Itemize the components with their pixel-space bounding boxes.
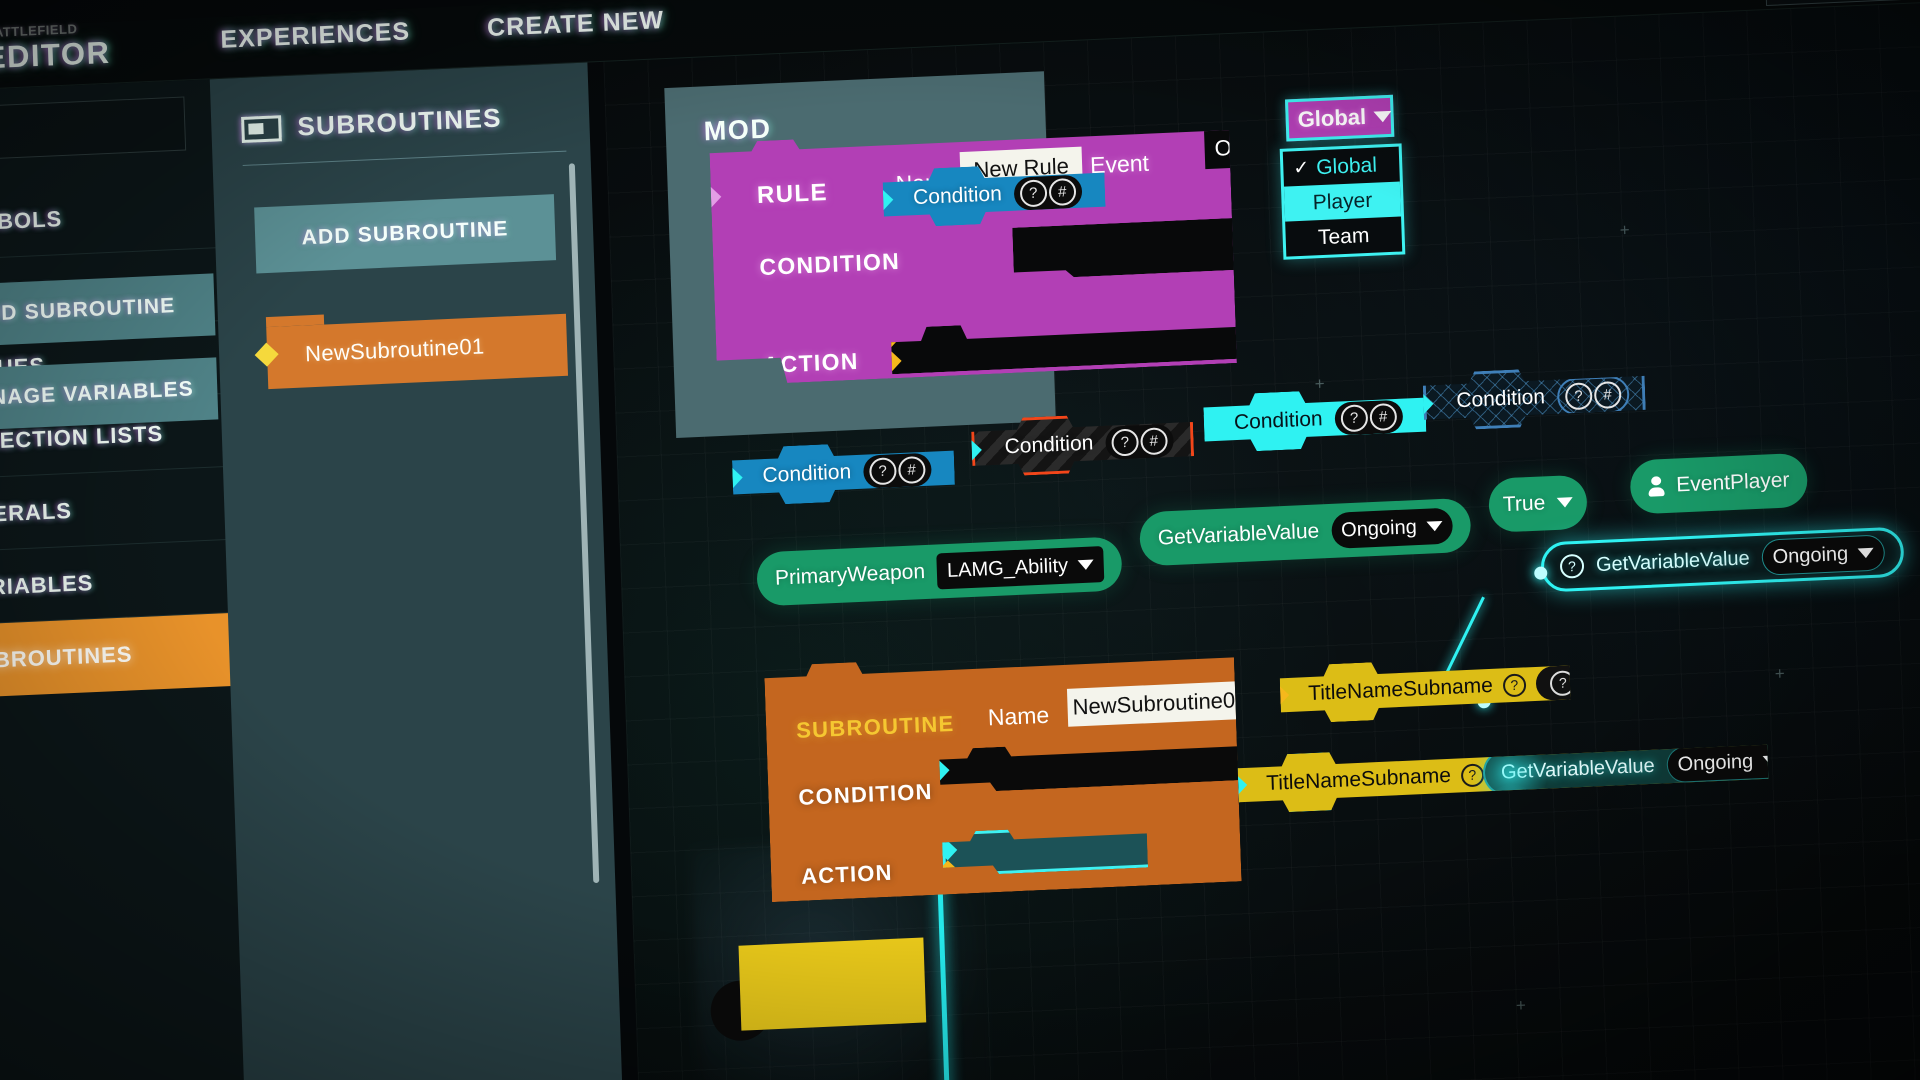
subroutine-name-input[interactable]: NewSubroutine01 [1067,681,1253,727]
subroutine-name-label: Name [987,701,1050,731]
variable-scope-dropdown[interactable]: Ongoing [1330,507,1454,549]
condition-label: Condition [762,460,852,488]
weapon-dropdown-value: LAMG_Ability [946,554,1069,582]
subroutine-action-label: ACTION [800,859,894,889]
inline-pill-dropdown-value: Ongoing [1677,749,1754,776]
subroutine-card[interactable]: NewSubroutine01 [254,313,569,390]
dropdown-option-team[interactable]: Team [1285,216,1402,256]
value-pill-true[interactable]: True [1488,474,1589,533]
scope-dropdown-menu[interactable]: ✓ Global Player Team [1279,143,1406,260]
subroutines-panel: SUBROUTINES ADD SUBROUTINE NewSubroutine… [209,62,1056,1080]
subroutine-action-slot[interactable] [942,823,1148,876]
add-subroutine-button[interactable]: ADD SUBROUTINE [0,273,216,349]
brand-main-label: EDITOR [0,34,111,76]
condition-label: Condition [1004,431,1094,459]
sidebar-search-input[interactable] [0,96,187,162]
manage-variables-button[interactable]: MANAGE VARIABLES [0,357,219,432]
value-pill-event-player[interactable]: EventPlayer [1629,452,1809,515]
connector-diamond-icon[interactable] [254,342,279,367]
variable-scope-value: Ongoing [1340,515,1418,541]
subroutine-node[interactable]: SUBROUTINE Name NewSubroutine01 CONDITIO… [764,641,1242,902]
scope-dropdown-button[interactable]: Global [1285,94,1395,142]
condition-buttons: ? # [1334,399,1403,435]
condition-label: Condition [1233,407,1324,435]
action-connector-diamond-icon[interactable] [882,351,902,371]
subroutine-condition-label: CONDITION [798,778,934,810]
panel-add-subroutine-button[interactable]: ADD SUBROUTINE [254,194,557,274]
scope-dropdown-value: Global [1297,103,1367,132]
condition-buttons: ? # [1013,174,1082,210]
panel-scrollbar[interactable] [568,163,600,884]
help-icon[interactable]: ? [1340,404,1368,432]
value-pill-label: PrimaryWeapon [774,560,926,590]
title-block-label: TitleNameSubname [1307,673,1494,706]
chevron-down-icon [1426,520,1443,532]
value-pill-label: True [1502,491,1546,517]
connector-diamond-icon[interactable] [930,761,950,781]
connector-diamond-icon[interactable] [937,840,957,860]
chevron-down-icon [1077,559,1095,571]
rule-condition-label: CONDITION [758,247,901,281]
brand-logo[interactable]: BATTLEFIELD EDITOR [0,20,111,77]
connector-diamond-icon[interactable] [938,860,958,880]
condition-buttons: ? # [863,452,932,488]
sparkle-icon: + [1314,374,1325,394]
app-root: + + + + + + BATTLEFIELD EDITOR EXPERIENC… [0,0,1920,1080]
condition-label: Condition [1455,385,1546,413]
question-icon: ? [1502,673,1526,697]
title-block-label: TitleNameSubname [1265,763,1452,796]
chevron-down-icon [1858,547,1875,559]
rule-title: RULE [756,178,829,210]
subroutine-card-label: NewSubroutine01 [304,333,485,367]
sparkle-icon: + [1515,995,1527,1016]
hash-icon[interactable]: # [898,455,926,483]
dropdown-option-label: Global [1315,153,1378,179]
action-connector-diamond-icon[interactable] [881,327,901,347]
hash-icon[interactable]: # [1594,380,1622,408]
value-pill-label: EventPlayer [1675,468,1790,497]
chevron-down-icon [1557,497,1574,508]
rule-node[interactable]: RULE Name New Rule Event Ongoing CONDITI… [709,108,1237,386]
subroutine-condition-slot[interactable] [939,736,1250,794]
dropdown-option-global[interactable]: ✓ Global [1283,147,1400,187]
condition-buttons: ? # [1556,375,1629,415]
glow-pill-label: GetVariableValue [1595,546,1751,576]
value-pill-label: GetVariableValue [1157,519,1320,550]
canvas-node-fragment[interactable] [738,937,927,1031]
hash-icon[interactable]: # [1140,427,1168,455]
hash-icon[interactable]: # [1048,177,1076,205]
help-icon[interactable]: ? [1565,382,1593,410]
question-icon: ? [1559,553,1585,579]
chevron-down-icon [1373,110,1393,123]
help-icon[interactable]: ? [1111,428,1139,456]
weapon-dropdown[interactable]: LAMG_Ability [936,546,1105,590]
help-icon[interactable]: ? [869,457,897,485]
sparkle-icon: + [1619,220,1630,240]
help-icon[interactable]: ? [1019,179,1047,207]
card-notch [265,314,325,328]
hash-icon[interactable]: # [1369,402,1397,430]
subroutines-panel-header: SUBROUTINES [240,99,567,166]
dropdown-option-player[interactable]: Player [1283,181,1402,222]
sparkle-icon: + [1774,663,1786,684]
dropdown-option-label: Team [1317,223,1370,249]
glow-pill-dropdown-value: Ongoing [1772,542,1849,568]
dropdown-option-label: Player [1312,188,1373,214]
condition-label: Condition [912,182,1003,210]
check-icon: ✓ [1293,157,1310,180]
subroutine-icon [241,114,282,143]
user-icon [1648,476,1665,497]
glow-pill-dropdown[interactable]: Ongoing [1761,534,1886,576]
subroutines-panel-title: SUBROUTINES [296,102,503,142]
subroutine-title: SUBROUTINE [795,710,955,743]
condition-buttons: ? # [1105,423,1174,459]
